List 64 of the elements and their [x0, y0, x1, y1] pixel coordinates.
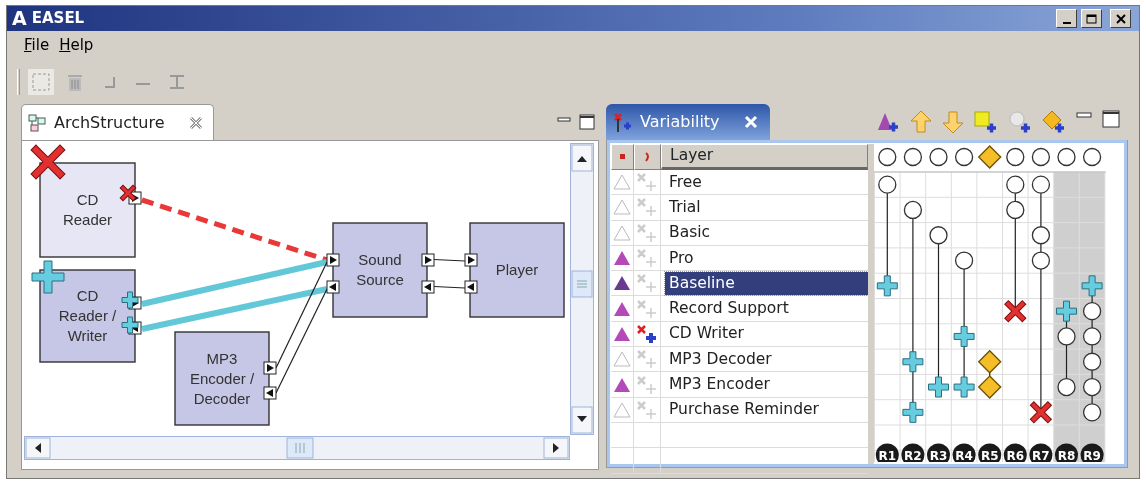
layer-name[interactable]: MP3 Decoder — [665, 347, 776, 371]
port-icon — [326, 280, 340, 294]
node-label: CD Reader — [62, 191, 113, 228]
column-label: R6 — [1003, 443, 1027, 462]
port-icon — [263, 361, 277, 375]
port-icon — [464, 280, 478, 294]
column-header[interactable]: Layer — [661, 144, 868, 170]
column-label: R8 — [1055, 443, 1078, 462]
plus-icon — [121, 291, 139, 309]
component-node[interactable] — [39, 162, 136, 258]
component-node[interactable] — [39, 269, 136, 363]
layer-name[interactable]: Baseline — [665, 271, 868, 295]
column-label: R5 — [978, 443, 1002, 462]
component-node[interactable] — [469, 222, 565, 318]
port-icon — [263, 386, 277, 400]
layer-name[interactable]: Trial — [665, 195, 705, 219]
minimize-icon — [1062, 21, 1071, 24]
minimize-button[interactable] — [1056, 9, 1077, 28]
diagram-icon — [28, 113, 46, 132]
layer-name[interactable]: CD Writer — [665, 322, 748, 346]
node-label: MP3 Encoder / Decoder — [189, 349, 255, 407]
layer-name[interactable]: Basic — [665, 221, 715, 245]
plus-icon — [121, 316, 139, 334]
layer-name[interactable]: Purchase Reminder — [665, 398, 823, 422]
variability-tab[interactable]: Variability — [606, 104, 770, 140]
square-plus-icon[interactable] — [974, 110, 998, 134]
circle-plus-icon[interactable] — [1008, 110, 1032, 134]
port-icon — [421, 253, 435, 267]
column-label: R2 — [901, 443, 925, 462]
node-label: Sound Source — [356, 251, 404, 288]
column-label: R3 — [927, 443, 950, 462]
close-icon — [1115, 13, 1126, 24]
layer-name[interactable]: Pro — [665, 246, 698, 270]
vertical-scrollbar[interactable] — [570, 143, 594, 435]
diamond-plus-icon[interactable] — [1042, 110, 1066, 134]
menu-item[interactable]: File — [19, 32, 55, 59]
app-logo: A — [11, 6, 28, 31]
marker-icon — [644, 152, 651, 162]
component-node[interactable] — [332, 222, 428, 318]
port-icon — [326, 253, 340, 267]
node-label: Player — [495, 261, 539, 278]
layer-name[interactable]: Record Support — [665, 297, 793, 321]
maximize-icon[interactable] — [579, 114, 595, 130]
layer-name[interactable]: MP3 Encoder — [665, 373, 774, 396]
node-label: CD Reader / Writer — [58, 287, 117, 344]
editor-tab[interactable]: ArchStructure — [21, 104, 214, 140]
close-icon[interactable] — [188, 115, 203, 130]
window-title: EASEL — [31, 8, 85, 30]
close-button[interactable] — [1110, 9, 1131, 28]
maximize-button[interactable] — [1081, 9, 1102, 28]
layer-name[interactable]: Free — [665, 170, 706, 194]
column-label: R9 — [1080, 443, 1104, 462]
port-icon — [464, 253, 478, 267]
horizontal-scrollbar[interactable] — [24, 436, 570, 460]
column-label: R4 — [952, 443, 976, 462]
column-label: R1 — [875, 443, 899, 462]
port-icon — [421, 280, 435, 294]
maximize-icon[interactable] — [1102, 110, 1120, 128]
cross-icon — [120, 185, 136, 201]
component-node[interactable] — [174, 331, 270, 426]
menu-item[interactable]: Help — [54, 32, 99, 59]
column-label: R7 — [1029, 443, 1053, 462]
maximize-icon — [1086, 13, 1097, 24]
marker-icon — [619, 154, 626, 160]
